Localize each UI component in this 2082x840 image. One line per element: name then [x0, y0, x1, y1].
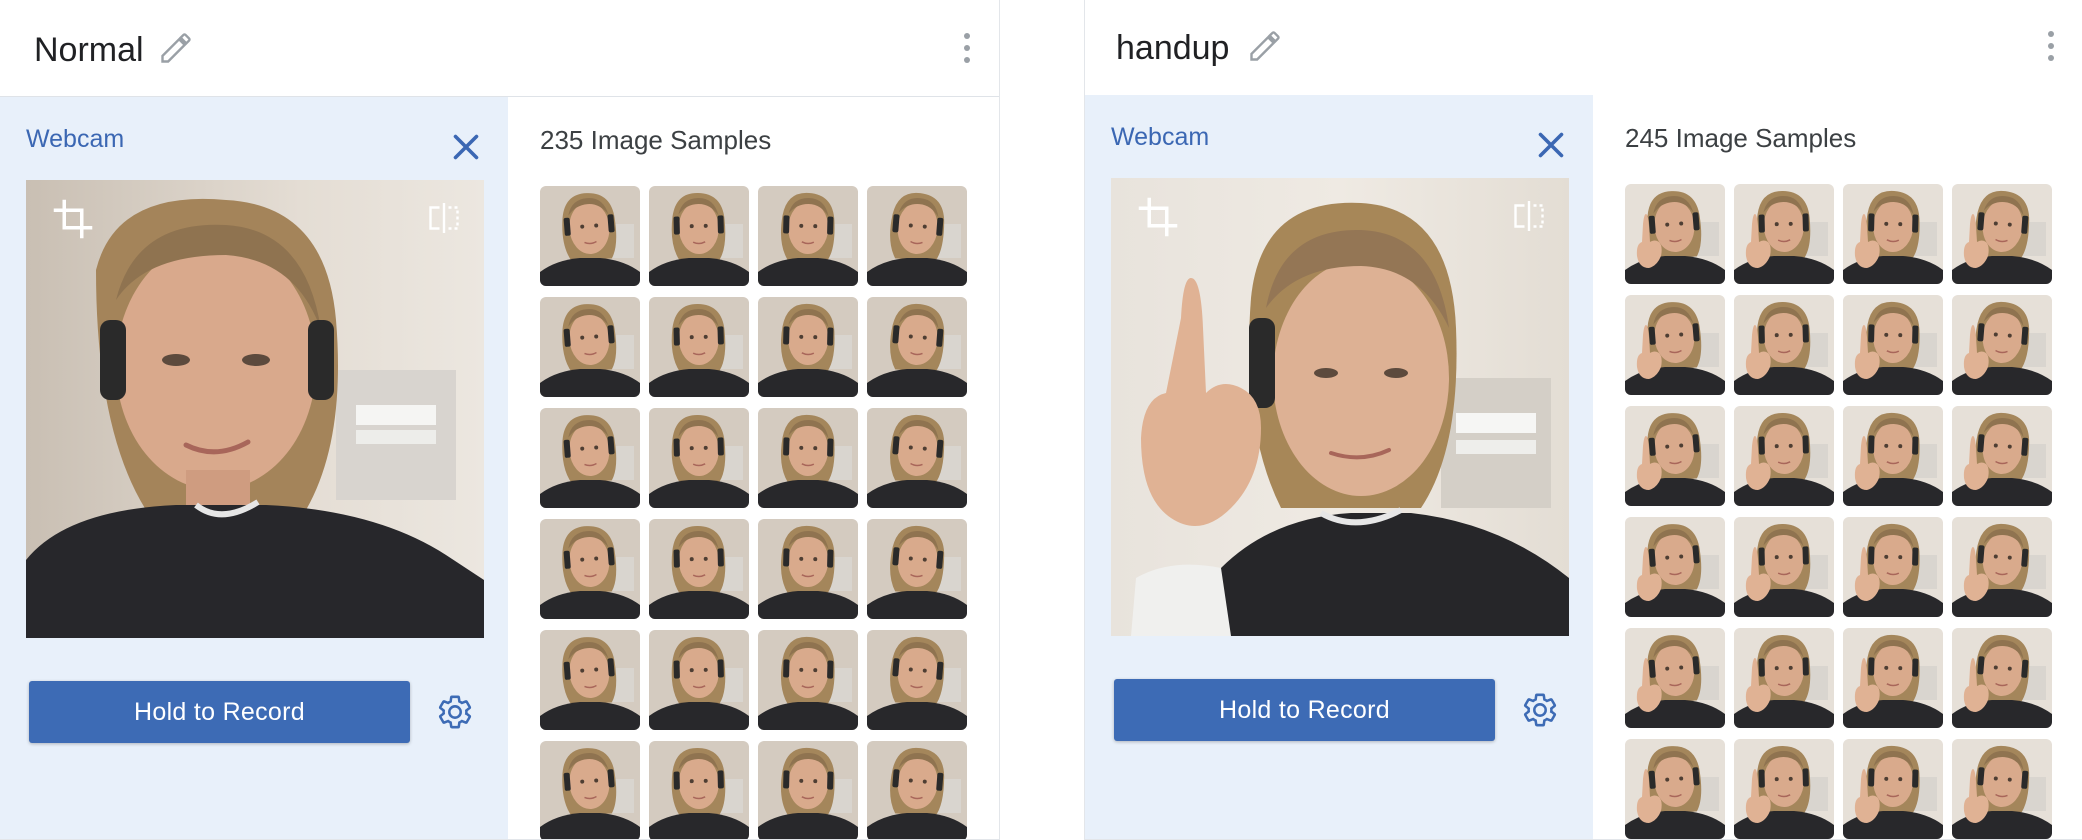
sample-thumbnail[interactable]	[1843, 406, 1943, 506]
sample-thumbnail[interactable]	[1625, 517, 1725, 617]
sample-thumbnail[interactable]	[1952, 295, 2052, 395]
sample-thumbnail[interactable]	[649, 741, 749, 839]
sample-thumbnail[interactable]	[1843, 628, 1943, 728]
sample-thumbnail[interactable]	[1952, 406, 2052, 506]
samples-grid[interactable]	[540, 186, 967, 839]
sample-thumbnail[interactable]	[540, 519, 640, 619]
flip-icon[interactable]	[426, 198, 462, 238]
sample-thumbnail[interactable]	[1625, 628, 1725, 728]
sample-thumbnail[interactable]	[758, 519, 858, 619]
sample-thumbnail[interactable]	[1734, 295, 1834, 395]
sample-thumbnail[interactable]	[867, 297, 967, 397]
crop-icon[interactable]	[52, 198, 94, 240]
gear-icon[interactable]	[436, 693, 474, 731]
sample-thumbnail[interactable]	[649, 519, 749, 619]
sample-thumbnail[interactable]	[1625, 739, 1725, 839]
close-icon[interactable]	[448, 129, 484, 165]
sample-thumbnail[interactable]	[1734, 628, 1834, 728]
sample-thumbnail[interactable]	[867, 630, 967, 730]
sample-thumbnail[interactable]	[1952, 628, 2052, 728]
webcam-image	[1111, 178, 1569, 636]
sample-thumbnail[interactable]	[1625, 295, 1725, 395]
hold-to-record-button[interactable]: Hold to Record	[29, 681, 410, 743]
sample-thumbnail[interactable]	[1952, 739, 2052, 839]
gear-icon[interactable]	[1521, 691, 1559, 729]
samples-panel: 245 Image Samples	[1593, 95, 2082, 839]
more-vert-icon[interactable]	[2045, 31, 2057, 65]
sample-thumbnail[interactable]	[540, 408, 640, 508]
sample-thumbnail[interactable]	[867, 186, 967, 286]
class-card-normal: Normal Webcam Hold to Record 235 Image S…	[0, 0, 1000, 840]
sample-thumbnail[interactable]	[540, 630, 640, 730]
sample-thumbnail[interactable]	[1734, 184, 1834, 284]
webcam-panel: Webcam Hold to Record	[0, 97, 508, 839]
flip-icon[interactable]	[1511, 196, 1547, 236]
sample-thumbnail[interactable]	[1734, 517, 1834, 617]
sample-thumbnail[interactable]	[540, 741, 640, 839]
sample-thumbnail[interactable]	[1843, 184, 1943, 284]
sample-thumbnail[interactable]	[540, 297, 640, 397]
sample-thumbnail[interactable]	[1734, 739, 1834, 839]
class-title[interactable]: Normal	[34, 28, 144, 72]
image-samples-count: 235 Image Samples	[540, 125, 772, 155]
sample-thumbnail[interactable]	[1952, 517, 2052, 617]
card-header: Normal	[0, 0, 999, 97]
sample-thumbnail[interactable]	[758, 297, 858, 397]
sample-thumbnail[interactable]	[1843, 517, 1943, 617]
sample-thumbnail[interactable]	[758, 741, 858, 839]
sample-thumbnail[interactable]	[1625, 184, 1725, 284]
close-icon[interactable]	[1533, 127, 1569, 163]
more-vert-icon[interactable]	[961, 33, 973, 67]
sample-thumbnail[interactable]	[867, 408, 967, 508]
sample-thumbnail[interactable]	[1625, 406, 1725, 506]
sample-thumbnail[interactable]	[540, 186, 640, 286]
sample-thumbnail[interactable]	[1734, 406, 1834, 506]
sample-thumbnail[interactable]	[758, 630, 858, 730]
webcam-image	[26, 180, 484, 638]
sample-thumbnail[interactable]	[649, 186, 749, 286]
class-title[interactable]: handup	[1116, 26, 1229, 70]
image-samples-count: 245 Image Samples	[1625, 123, 1857, 153]
sample-thumbnail[interactable]	[758, 408, 858, 508]
crop-icon[interactable]	[1137, 196, 1179, 238]
sample-thumbnail[interactable]	[1843, 739, 1943, 839]
samples-panel: 235 Image Samples	[508, 97, 999, 839]
webcam-preview	[26, 180, 484, 638]
webcam-panel: Webcam Hold to Record	[1085, 95, 1593, 839]
card-header: handup	[1085, 0, 2082, 97]
sample-thumbnail[interactable]	[649, 630, 749, 730]
samples-grid[interactable]	[1625, 184, 2052, 839]
sample-thumbnail[interactable]	[1843, 295, 1943, 395]
sample-thumbnail[interactable]	[758, 186, 858, 286]
webcam-label: Webcam	[26, 125, 125, 153]
sample-thumbnail[interactable]	[649, 297, 749, 397]
class-card-handup: handup Webcam Hold to Record 245 Image S…	[1084, 0, 2082, 840]
sample-thumbnail[interactable]	[867, 741, 967, 839]
webcam-label: Webcam	[1111, 123, 1210, 151]
sample-thumbnail[interactable]	[1952, 184, 2052, 284]
sample-thumbnail[interactable]	[649, 408, 749, 508]
edit-icon[interactable]	[158, 30, 194, 66]
sample-thumbnail[interactable]	[867, 519, 967, 619]
hold-to-record-button[interactable]: Hold to Record	[1114, 679, 1495, 741]
edit-icon[interactable]	[1247, 28, 1283, 64]
webcam-preview	[1111, 178, 1569, 636]
